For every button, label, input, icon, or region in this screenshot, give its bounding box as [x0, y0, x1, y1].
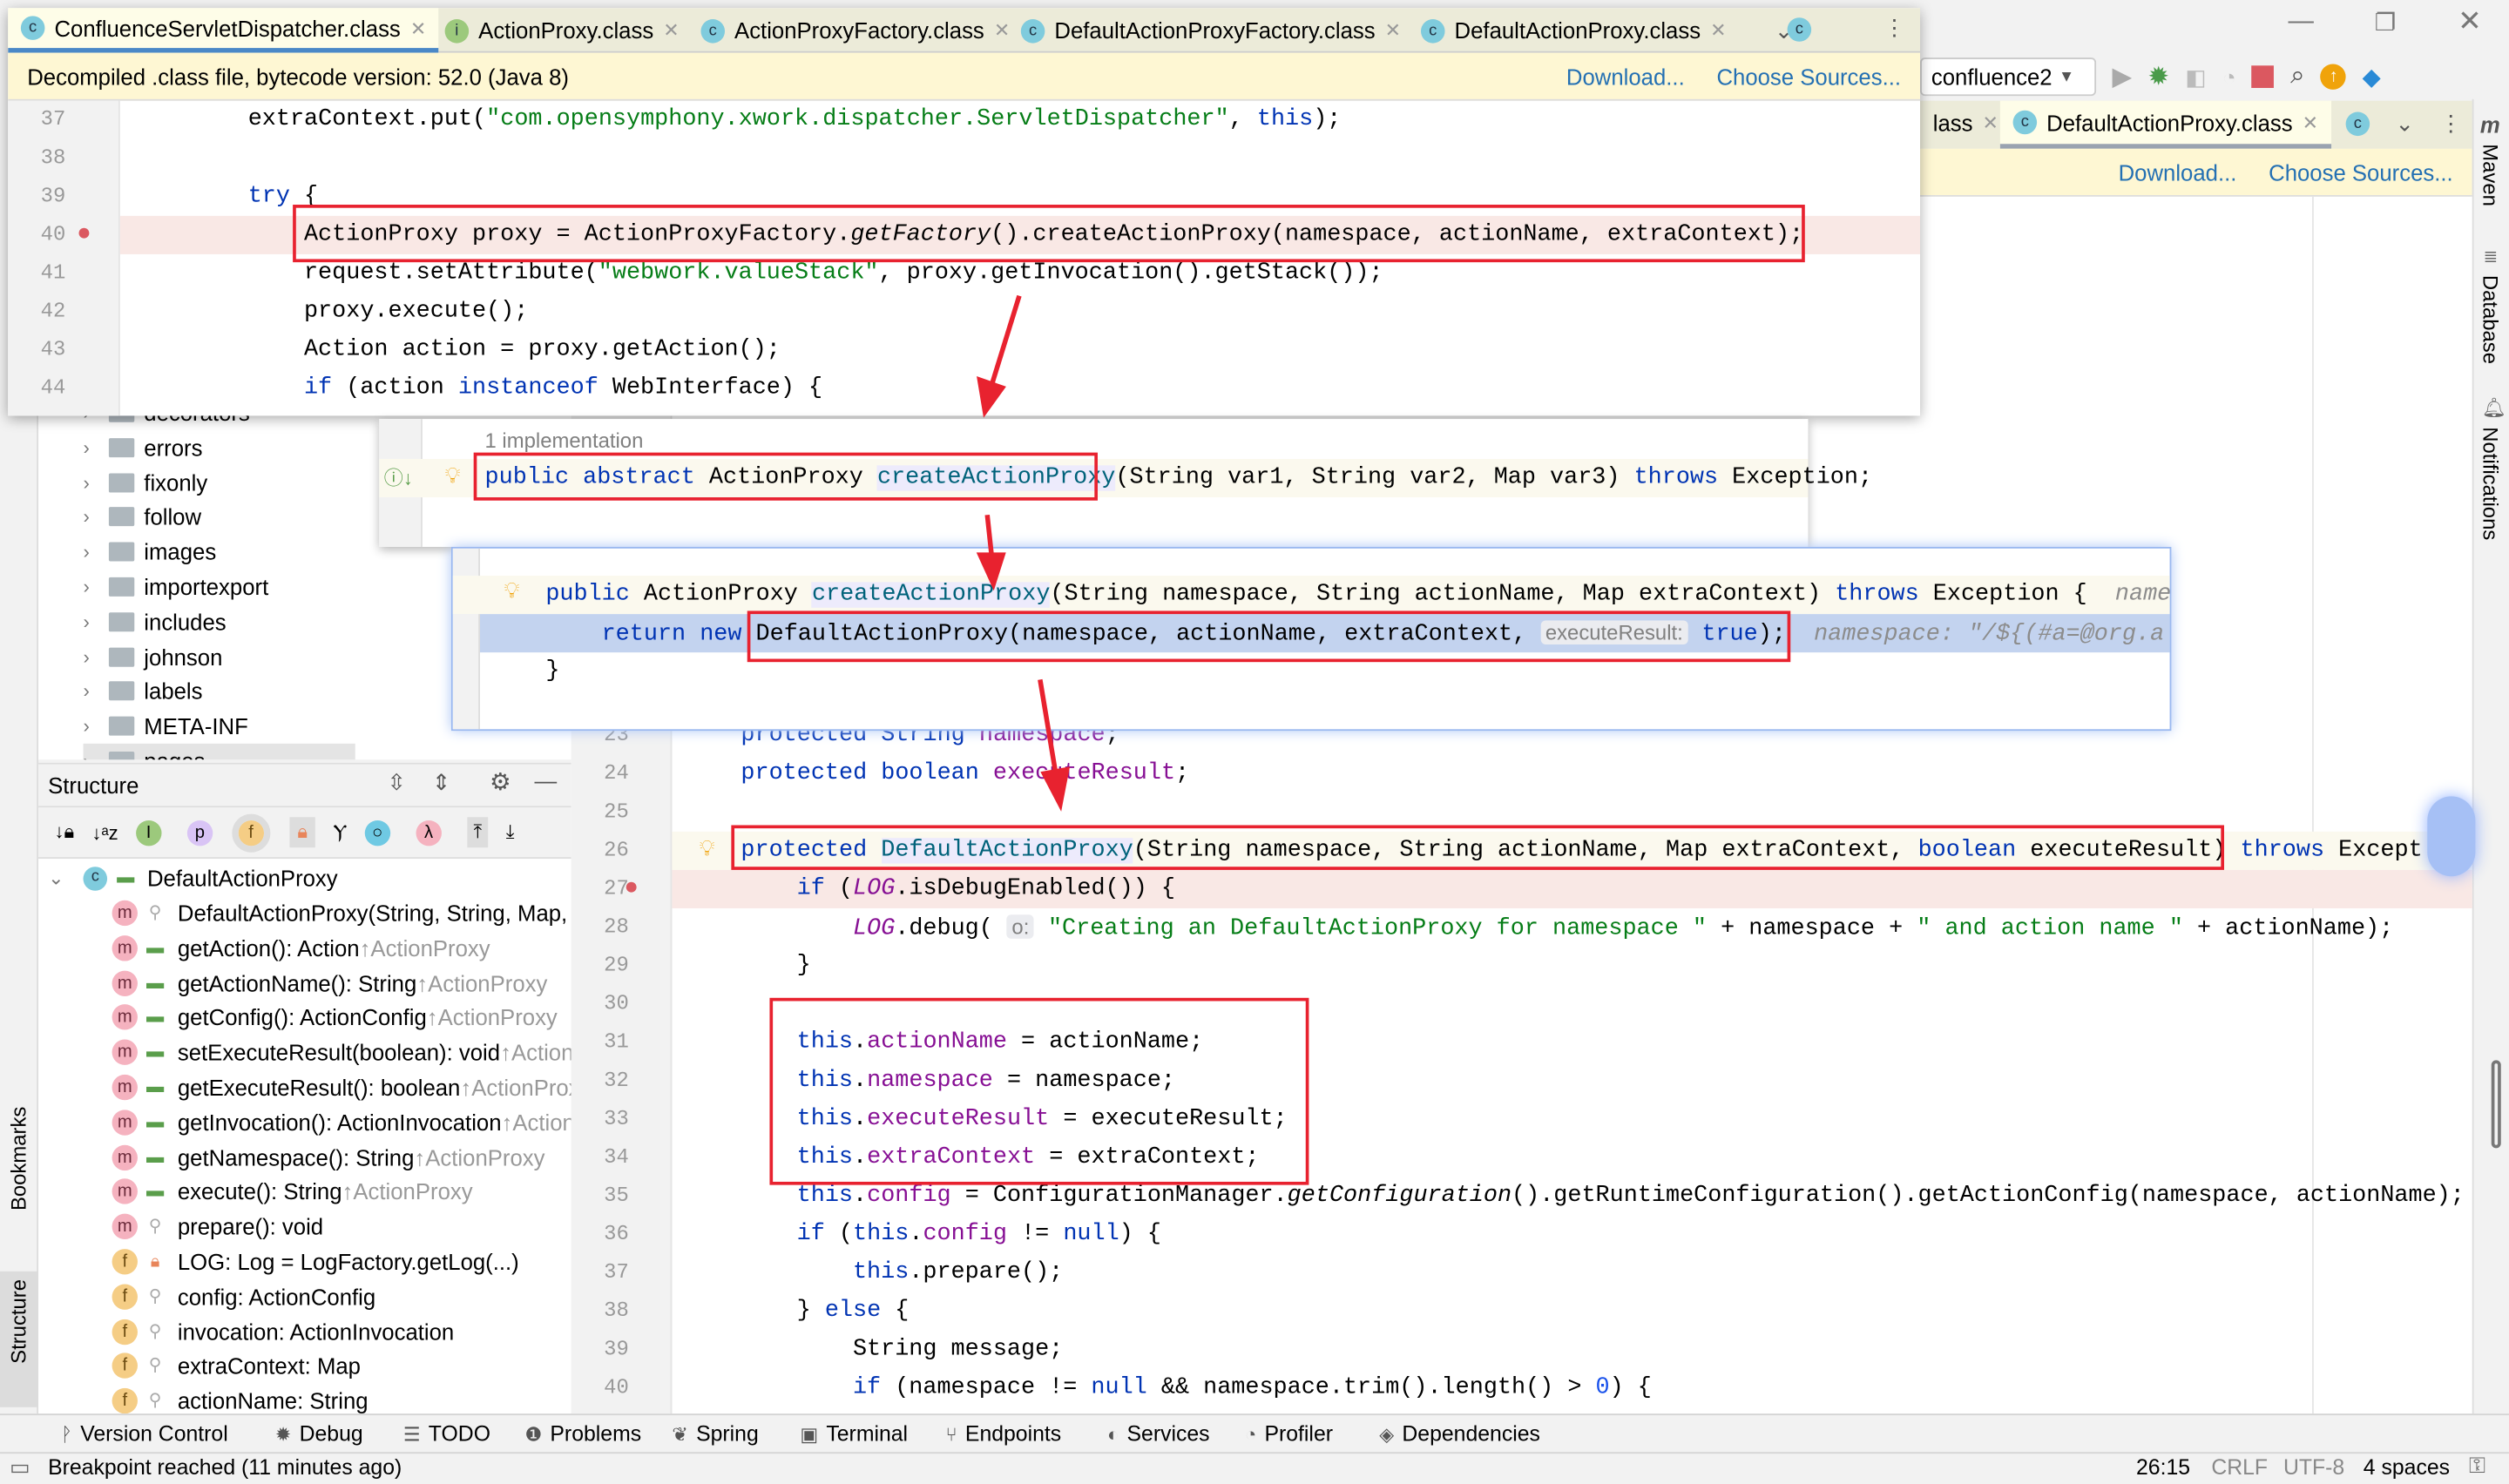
annotation-arrow [1038, 678, 1058, 777]
ide-window: — ❐ ✕ confluence2 ▼ ▶ ✹ ◧ ◔ ⌕ ↑ ◆ lass ✕ c… [0, 0, 2509, 1484]
annotation-arrow-head [977, 375, 1006, 418]
annotation-arrow-head [976, 552, 1006, 591]
annotation-arrows [976, 294, 1071, 812]
annotation-arrow-head [1040, 766, 1071, 812]
annotation-arrow [990, 294, 1022, 385]
